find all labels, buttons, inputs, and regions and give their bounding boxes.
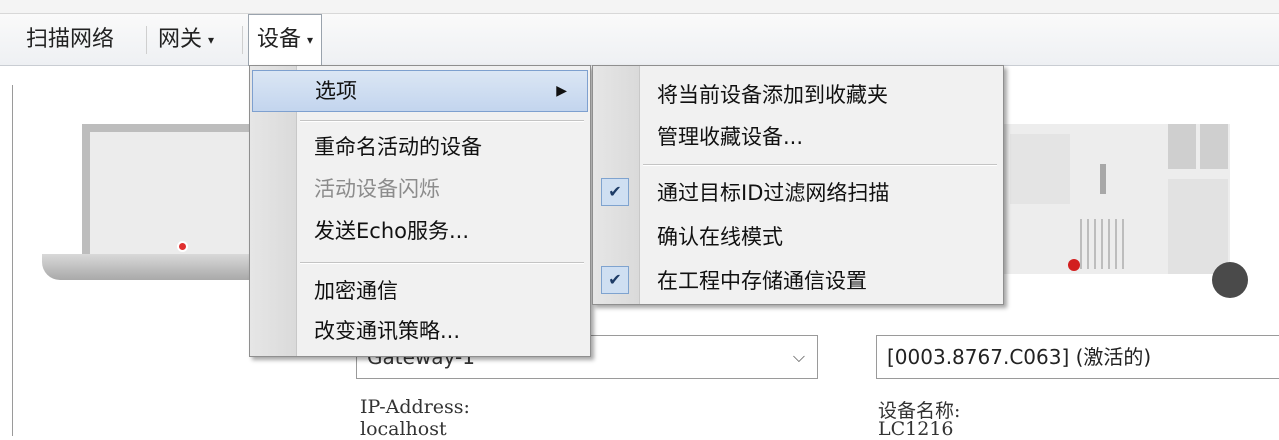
menu-item-change-policy-label: 改变通讯策略...: [314, 319, 461, 343]
left-panel-border: [0, 85, 13, 436]
menubar-separator: [242, 26, 243, 54]
menu-item-filter-scan-label: 通过目标ID过滤网络扫描: [657, 181, 890, 205]
plc-module: [1168, 124, 1196, 169]
checkmark-icon: ✔: [601, 178, 629, 206]
menu-item-manage-favorites[interactable]: 管理收藏设备...: [593, 116, 1003, 158]
menu-scan-network[interactable]: 扫描网络: [26, 14, 114, 66]
menu-item-options-label: 选项: [315, 79, 357, 103]
menu-item-rename-device-label: 重命名活动的设备: [314, 135, 482, 159]
dropdown-caret-icon: ▾: [208, 33, 215, 47]
dropdown-caret-icon: ▾: [307, 33, 314, 47]
plc-module: [1200, 124, 1228, 169]
options-submenu: 将当前设备添加到收藏夹 管理收藏设备... ✔ 通过目标ID过滤网络扫描 确认在…: [592, 65, 1004, 305]
menu-separator: [643, 164, 997, 166]
menu-item-confirm-online[interactable]: 确认在线模式: [593, 216, 1003, 258]
plc-knob: [1212, 262, 1248, 298]
device-select[interactable]: [0003.8767.C063] (激活的): [876, 335, 1279, 379]
menu-item-filter-scan[interactable]: ✔ 通过目标ID过滤网络扫描: [593, 172, 1003, 214]
menu-item-encrypt-label: 加密通信: [314, 279, 398, 303]
window-top-strip: [0, 0, 1279, 14]
device-dropdown-menu: 选项 ▶ 重命名活动的设备 活动设备闪烁 发送Echo服务... 加密通信 改变…: [249, 65, 591, 357]
plc-led-strip: [1100, 164, 1106, 194]
menubar: 扫描网络 网关 ▾ 设备 ▾: [0, 14, 1279, 66]
menu-separator: [300, 120, 584, 122]
menu-separator: [300, 262, 584, 264]
menu-item-confirm-online-label: 确认在线模式: [657, 225, 783, 249]
menu-item-add-favorite-label: 将当前设备添加到收藏夹: [657, 83, 888, 107]
menu-item-rename-device[interactable]: 重命名活动的设备: [250, 126, 590, 168]
menu-device[interactable]: 设备 ▾: [248, 14, 323, 66]
plc-status-dot: [1068, 259, 1080, 271]
plc-module: [1168, 179, 1228, 274]
laptop-status-dot: [177, 241, 188, 252]
menu-item-add-favorite[interactable]: 将当前设备添加到收藏夹: [593, 74, 1003, 116]
menu-item-send-echo-label: 发送Echo服务...: [314, 219, 469, 243]
menu-scan-network-label: 扫描网络: [26, 27, 115, 52]
menu-item-blink-device: 活动设备闪烁: [250, 168, 590, 210]
plc-device-illustration: [1000, 124, 1230, 274]
device-select-value: [0003.8767.C063] (激活的): [887, 345, 1152, 369]
menu-item-encrypt[interactable]: 加密通信: [250, 270, 590, 312]
menu-item-send-echo[interactable]: 发送Echo服务...: [250, 210, 590, 252]
menubar-separator: [146, 26, 147, 54]
ip-address-value: localhost: [360, 418, 447, 440]
menu-item-store-settings[interactable]: ✔ 在工程中存储通信设置: [593, 260, 1003, 302]
menu-gateway[interactable]: 网关 ▾: [158, 14, 214, 66]
checkmark-icon: ✔: [601, 266, 629, 294]
plc-vents: [1080, 219, 1125, 269]
menu-gateway-label: 网关: [158, 27, 203, 52]
submenu-arrow-icon: ▶: [556, 83, 567, 99]
plc-panel: [1010, 134, 1070, 204]
device-name-value: LC1216: [878, 418, 954, 440]
menu-device-label: 设备: [257, 27, 302, 52]
menu-item-store-settings-label: 在工程中存储通信设置: [657, 269, 867, 293]
menu-item-manage-favorites-label: 管理收藏设备...: [657, 125, 804, 149]
menu-item-blink-device-label: 活动设备闪烁: [314, 177, 440, 201]
ip-address-label: IP-Address:: [360, 396, 470, 418]
chevron-down-icon[interactable]: ⌵: [793, 336, 805, 378]
menu-item-options[interactable]: 选项 ▶: [252, 70, 588, 112]
menu-item-change-policy[interactable]: 改变通讯策略...: [250, 310, 590, 352]
